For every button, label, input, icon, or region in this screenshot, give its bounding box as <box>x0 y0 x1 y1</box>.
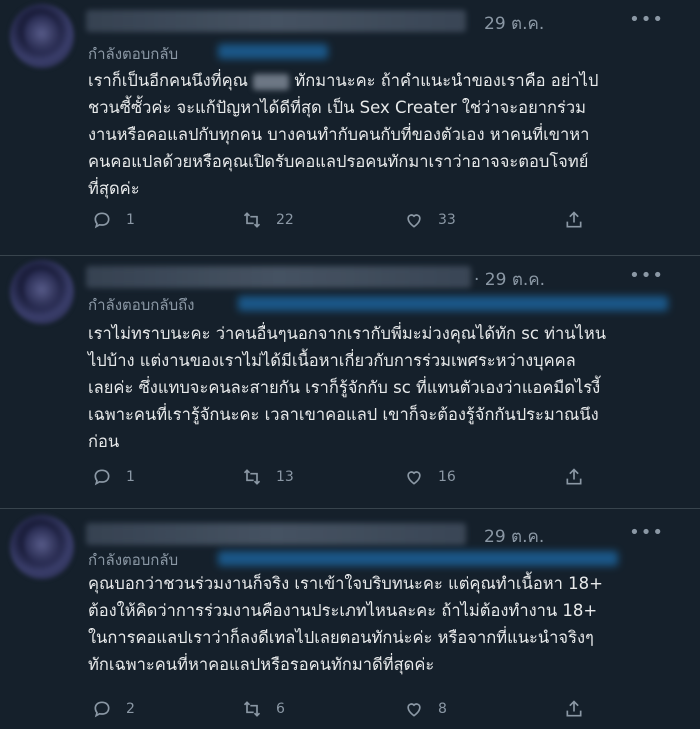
like-button[interactable]: 16 <box>404 467 456 487</box>
tweet-text-line: ทักเฉพาะคนที่หาคอแลปหรือรอคนทักมาดีที่สุ… <box>88 655 435 674</box>
replying-to-label: กำลังตอบกลับ <box>88 551 179 569</box>
share-icon <box>566 468 582 485</box>
reply-button[interactable]: 2 <box>92 699 135 719</box>
like-button[interactable]: 8 <box>404 699 447 719</box>
more-icon[interactable]: ••• <box>629 522 664 543</box>
tweet-time[interactable]: 29 ต.ค. <box>484 10 544 37</box>
tweet-actions: 1 22 33 <box>88 210 688 234</box>
tweet-text-line: คนคอแปลด้วยหรือคุณเปิดรับคอแลปรอคนทักมาเ… <box>88 152 589 171</box>
replying-to-handle-redacted[interactable] <box>238 296 668 311</box>
reply-icon <box>94 701 110 718</box>
tweet-text-line: ชวนซี้ซั้วค่ะ จะแก้ปัญหาได้ดีที่สุด เป็น… <box>88 98 587 117</box>
tweet-text-line: ต้องให้คิดว่าการร่วมงานคืองานประเภทไหนละ… <box>88 601 598 620</box>
tweet-actions: 1 13 16 <box>88 467 688 491</box>
retweet-icon <box>243 212 261 228</box>
retweet-button[interactable]: 22 <box>242 210 294 230</box>
like-button[interactable]: 33 <box>404 210 456 230</box>
more-icon[interactable]: ••• <box>629 9 664 30</box>
tweet[interactable]: 29 ต.ค. ••• กำลังตอบกลับ คุณบอกว่าชวนร่ว… <box>0 509 700 729</box>
avatar[interactable] <box>10 260 74 324</box>
reply-button[interactable]: 1 <box>92 210 135 230</box>
author-name-redacted[interactable] <box>86 10 466 32</box>
share-button[interactable] <box>564 210 598 230</box>
like-count: 8 <box>438 701 447 717</box>
tweet-text-line: เราก็เป็นอีกคนนึงที่คุณ ทักมานะคะ ถ้าคำแ… <box>88 71 599 90</box>
tweet-text: เราก็เป็นอีกคนนึงที่คุณ ทักมานะคะ ถ้าคำแ… <box>88 67 688 202</box>
like-count: 33 <box>438 212 456 228</box>
reply-count: 1 <box>126 469 135 485</box>
more-icon[interactable]: ••• <box>629 265 664 286</box>
retweet-count: 22 <box>276 212 294 228</box>
tweet-time[interactable]: 29 ต.ค. <box>484 523 544 550</box>
share-button[interactable] <box>564 467 598 487</box>
avatar[interactable] <box>10 515 74 579</box>
author-name-redacted[interactable] <box>86 266 471 288</box>
reply-count: 2 <box>126 701 135 717</box>
tweet[interactable]: · 29 ต.ค. ••• กำลังตอบกลับถึง เราไม่ทราบ… <box>0 256 700 508</box>
tweet-text-line: เลยค่ะ ซึ่งแทบจะคนละสายกัน เราก็รู้จักกั… <box>88 378 601 397</box>
tweet-actions: 2 6 8 <box>88 699 688 723</box>
tweet-text-line: งานหรือคอแลปกับทุกคน บางคนทำกับคนกับที่ข… <box>88 125 590 144</box>
avatar[interactable] <box>10 4 74 68</box>
tweet-text-line: เราไม่ทราบนะคะ ว่าคนอื่นๆนอกจากเรากับพี่… <box>88 324 607 343</box>
tweet-text: คุณบอกว่าชวนร่วมงานก็จริง เราเข้าใจบริบท… <box>88 570 688 678</box>
tweet-text-line: ไปบ้าง แต่งานของเราไม่ได้มีเนื้อหาเกี่ยว… <box>88 351 576 370</box>
retweet-count: 6 <box>276 701 285 717</box>
heart-icon <box>407 214 421 228</box>
heart-icon <box>407 471 421 485</box>
share-icon <box>566 211 582 228</box>
tweet-text-line: เฉพาะคนที่เรารู้จักนะคะ เวลาเขาคอแลป เขา… <box>88 405 599 424</box>
reply-count: 1 <box>126 212 135 228</box>
redacted-name <box>253 73 290 90</box>
like-count: 16 <box>438 469 456 485</box>
author-name-redacted[interactable] <box>86 523 466 545</box>
tweet-time[interactable]: · 29 ต.ค. <box>474 266 545 293</box>
retweet-count: 13 <box>276 469 294 485</box>
reply-button[interactable]: 1 <box>92 467 135 487</box>
retweet-button[interactable]: 6 <box>242 699 285 719</box>
tweet-text-line: ในการคอแลปเราว่าก็ลงดีเทลไปเลยตอนทักน่ะค… <box>88 628 594 647</box>
share-button[interactable] <box>564 699 598 719</box>
replying-to-handle-redacted[interactable] <box>218 551 618 566</box>
tweet[interactable]: 29 ต.ค. ••• กำลังตอบกลับ เราก็เป็นอีกคนน… <box>0 0 700 255</box>
share-icon <box>566 700 582 717</box>
tweet-text-line: ก่อน <box>88 432 120 451</box>
tweet-text-line: คุณบอกว่าชวนร่วมงานก็จริง เราเข้าใจบริบท… <box>88 574 603 593</box>
tweet-text-line: ที่สุดค่ะ <box>88 179 140 198</box>
reply-icon <box>94 212 110 229</box>
retweet-icon <box>243 469 261 485</box>
replying-to-label: กำลังตอบกลับถึง <box>88 296 195 314</box>
replying-to-label: กำลังตอบกลับ <box>88 45 179 63</box>
retweet-icon <box>243 701 261 717</box>
replying-to-handle-redacted[interactable] <box>218 44 328 59</box>
tweet-text: เราไม่ทราบนะคะ ว่าคนอื่นๆนอกจากเรากับพี่… <box>88 320 688 455</box>
reply-icon <box>94 469 110 486</box>
retweet-button[interactable]: 13 <box>242 467 294 487</box>
heart-icon <box>407 703 421 717</box>
